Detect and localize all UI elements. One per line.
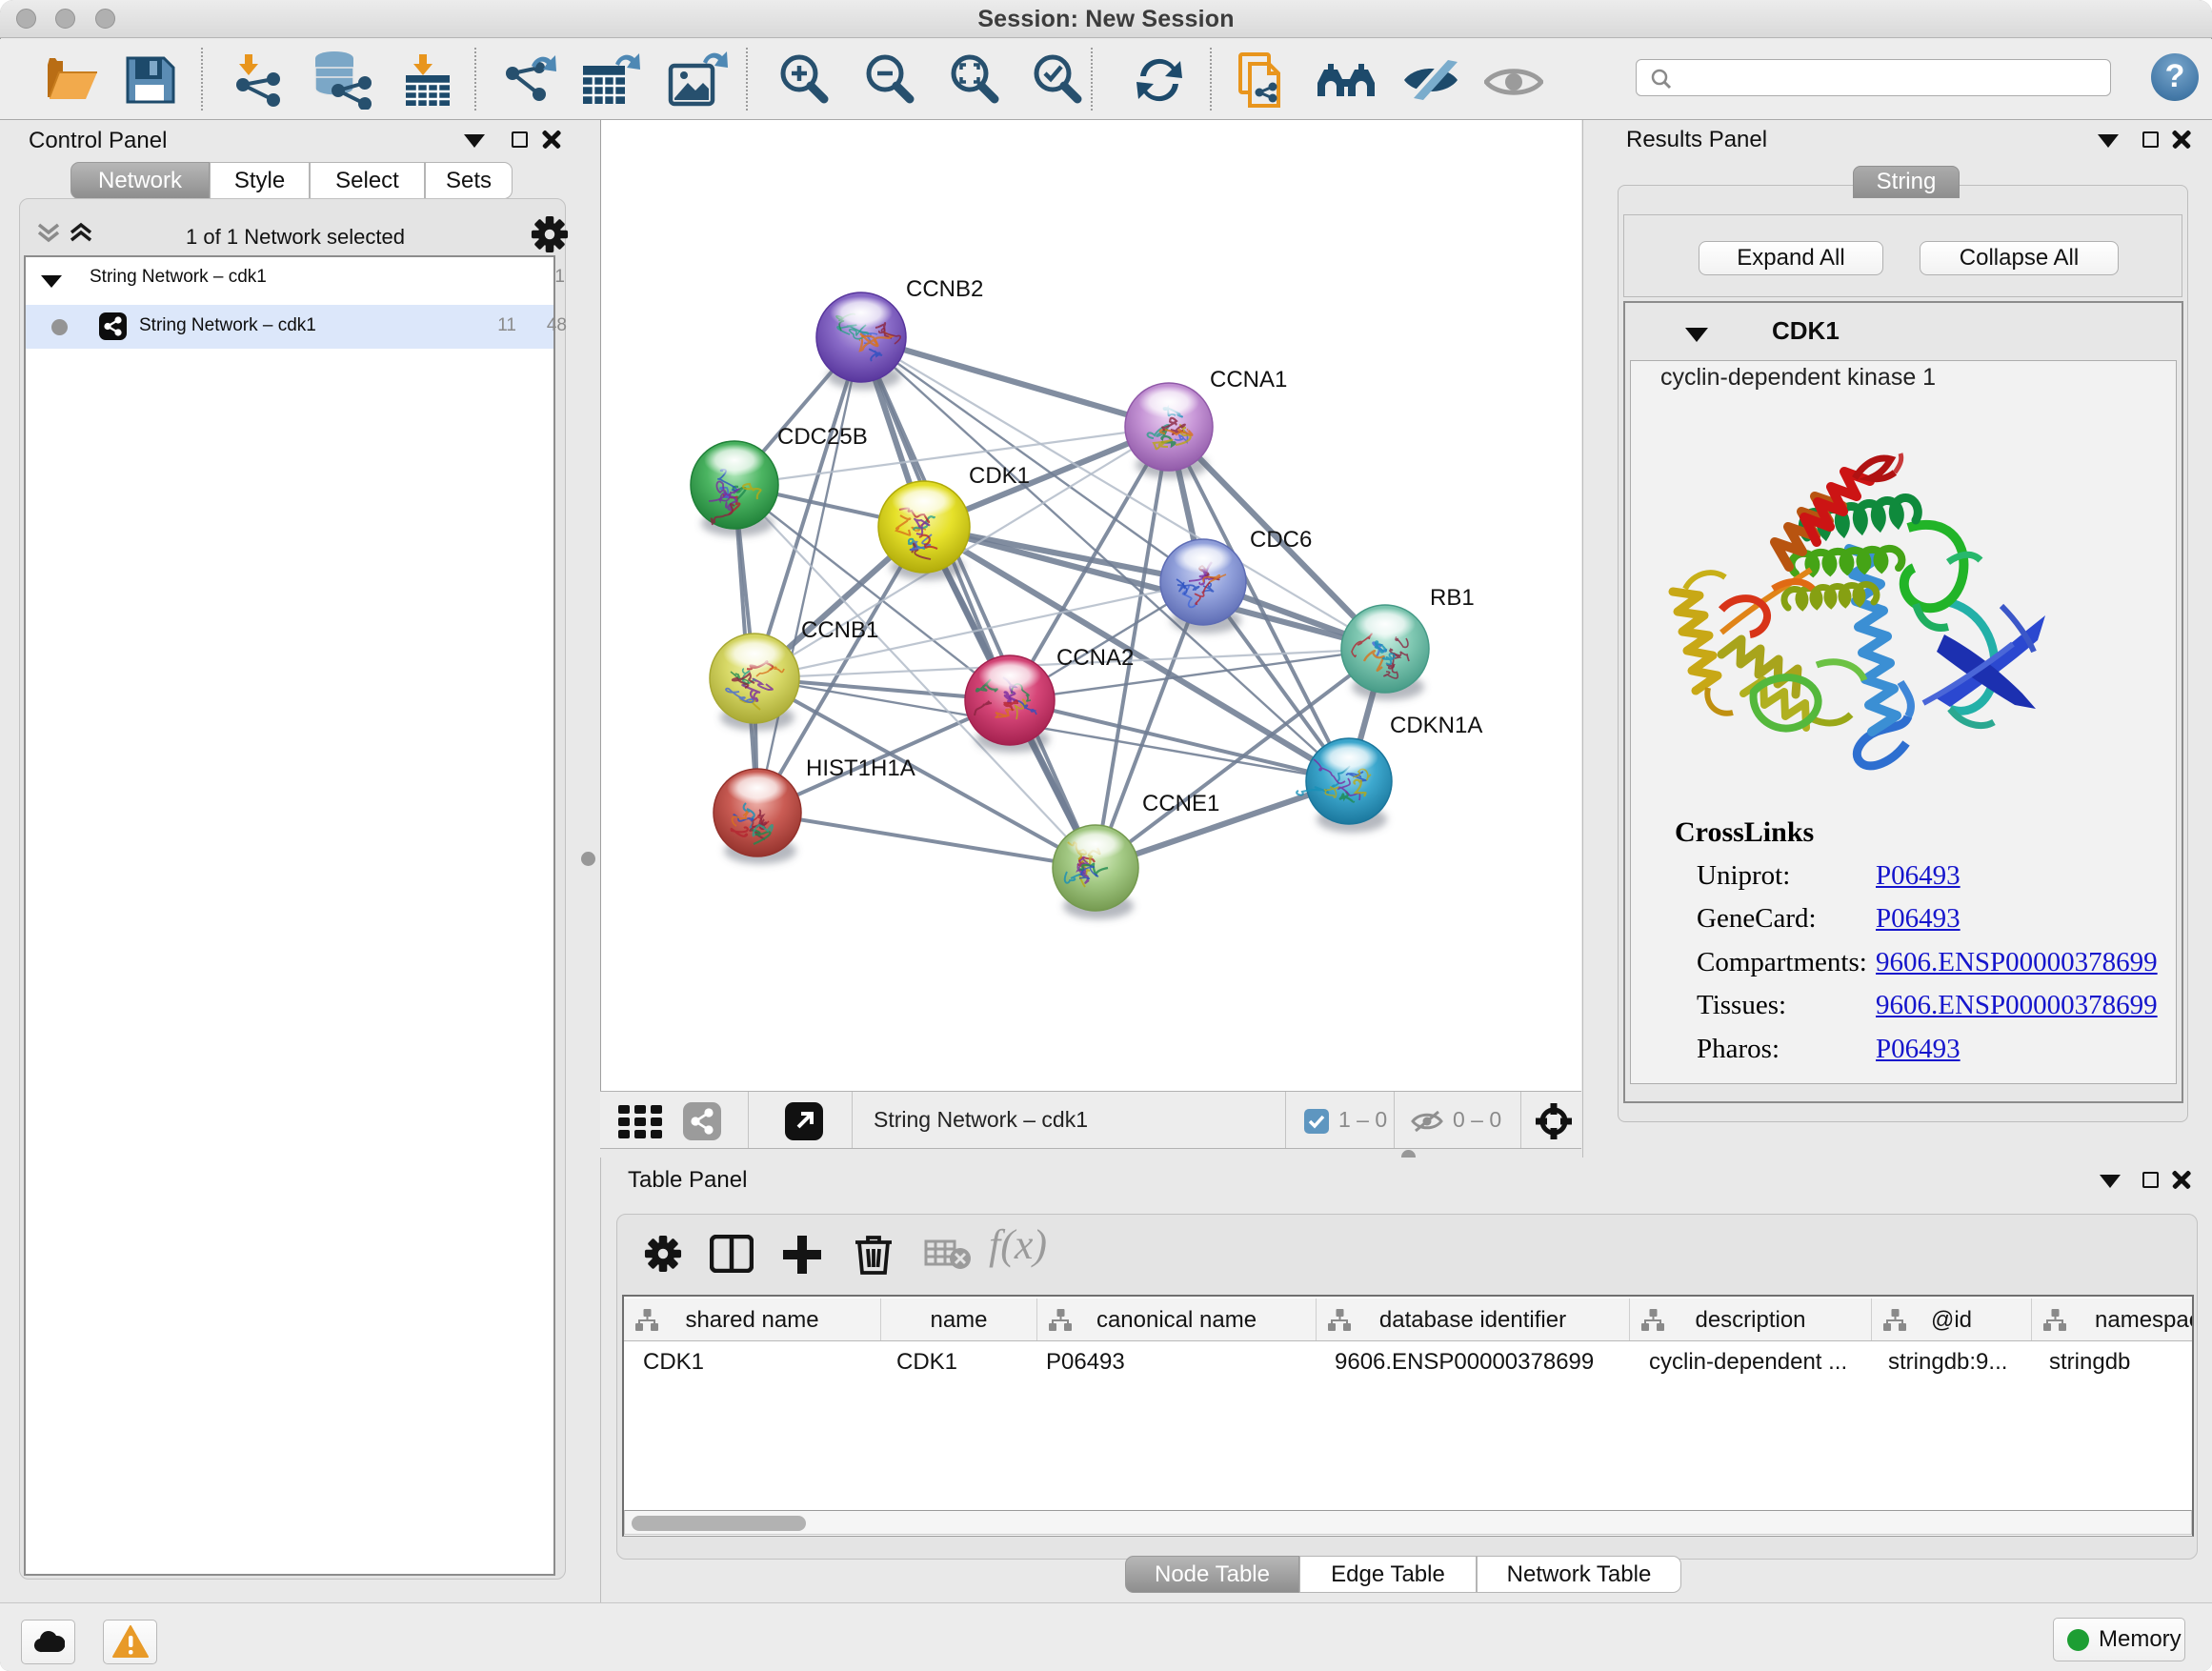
svg-text:CDC25B: CDC25B bbox=[777, 424, 868, 450]
svg-text:CCNB2: CCNB2 bbox=[906, 276, 983, 302]
svg-text:HIST1H1A: HIST1H1A bbox=[806, 755, 915, 781]
svg-text:CCNE1: CCNE1 bbox=[1142, 791, 1219, 816]
svg-text:CDK1: CDK1 bbox=[969, 463, 1030, 489]
svg-text:CCNA2: CCNA2 bbox=[1056, 645, 1134, 671]
svg-text:CCNB1: CCNB1 bbox=[801, 617, 878, 643]
svg-text:CDC6: CDC6 bbox=[1250, 527, 1312, 553]
svg-text:RB1: RB1 bbox=[1430, 585, 1475, 611]
svg-text:CDKN1A: CDKN1A bbox=[1390, 713, 1482, 738]
svg-text:CCNA1: CCNA1 bbox=[1210, 367, 1287, 393]
